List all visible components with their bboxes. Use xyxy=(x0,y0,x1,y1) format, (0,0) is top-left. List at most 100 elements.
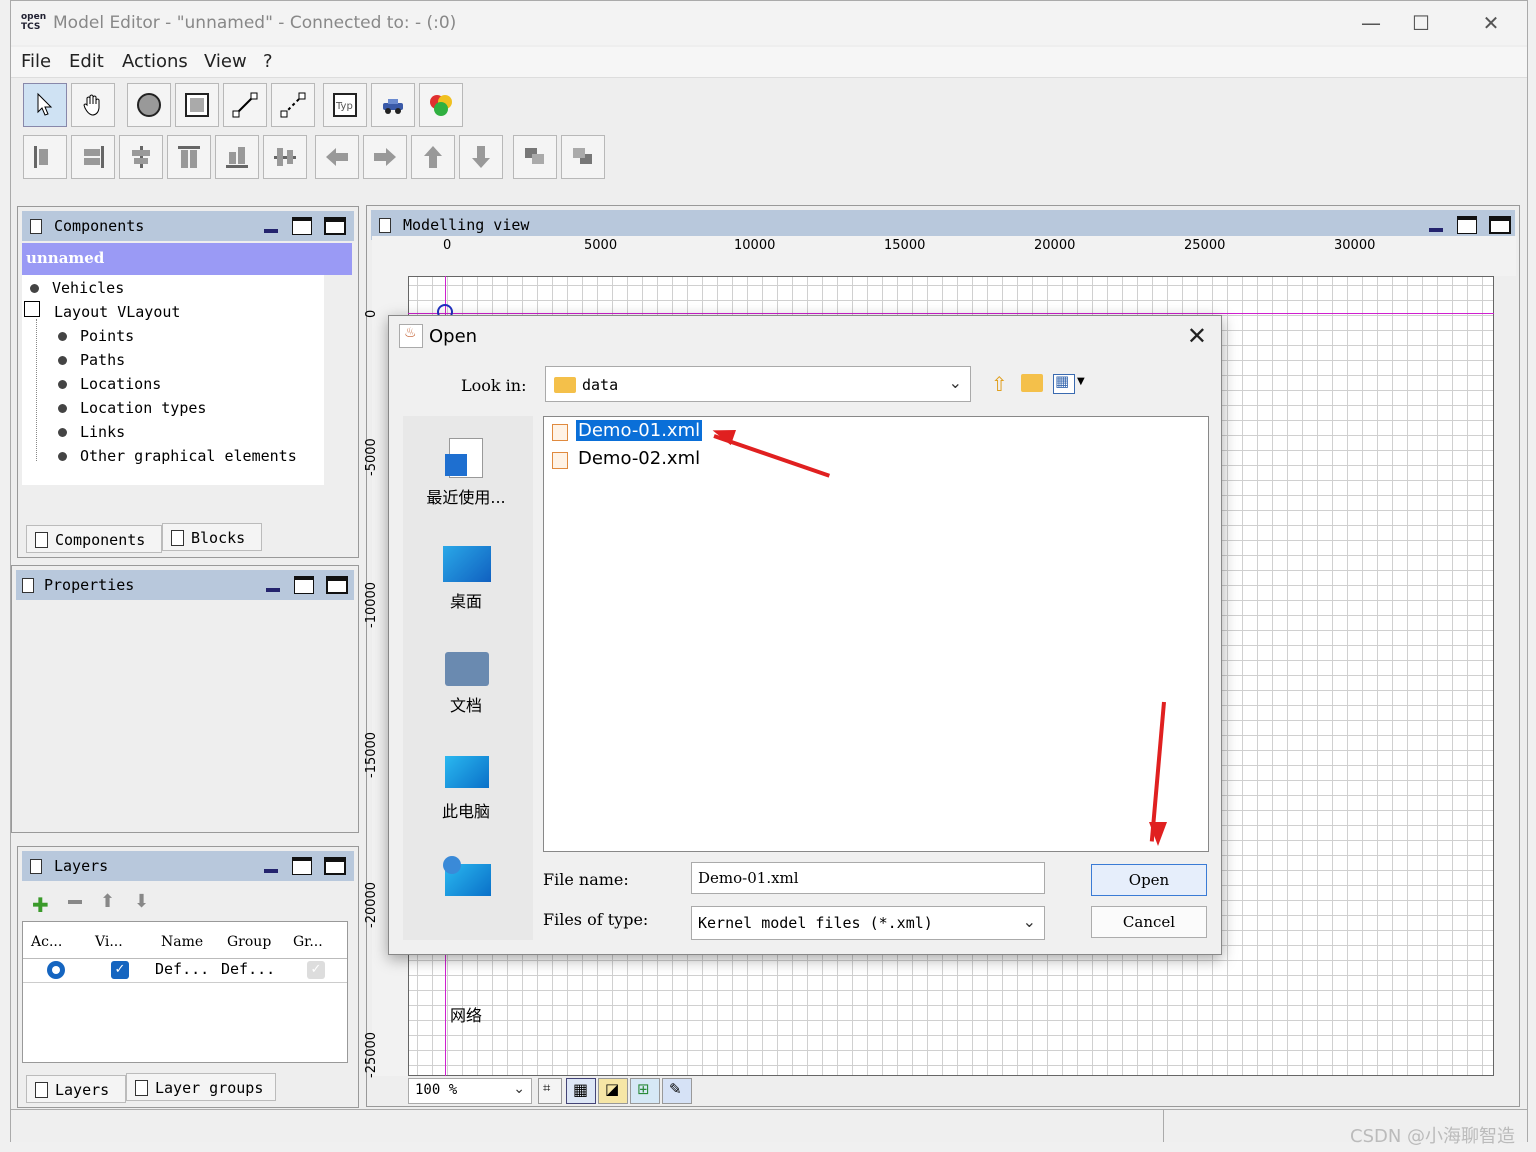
toggle-rulers-button[interactable]: ⌗ xyxy=(538,1078,562,1104)
move-down-button[interactable] xyxy=(459,135,503,179)
layer-name-cell[interactable]: Def... xyxy=(155,960,209,978)
move-layer-up-icon[interactable]: ⬆ xyxy=(100,891,115,912)
maximize-panel-icon[interactable] xyxy=(324,217,346,235)
align-top-button[interactable] xyxy=(167,135,211,179)
create-path-button[interactable] xyxy=(223,83,267,127)
col-group-visible[interactable]: Gr... xyxy=(293,934,323,950)
maximize-button[interactable]: ☐ xyxy=(1391,7,1451,39)
minimize-panel-icon[interactable] xyxy=(264,229,278,233)
place-documents[interactable]: 文档 xyxy=(403,692,529,716)
dialog-close-button[interactable]: ✕ xyxy=(1187,322,1207,350)
close-button[interactable]: ✕ xyxy=(1461,7,1521,39)
tree-item-location-types[interactable]: Location types xyxy=(80,399,206,417)
file-list: Demo-01.xml Demo-02.xml xyxy=(543,416,1209,852)
view-menu-icon[interactable]: ▦ xyxy=(1053,372,1075,394)
open-button[interactable]: Open xyxy=(1091,864,1207,896)
select-tool-button[interactable] xyxy=(23,83,67,127)
cancel-button[interactable]: Cancel xyxy=(1091,906,1207,938)
create-vehicle-button[interactable] xyxy=(371,83,415,127)
menu-edit[interactable]: Edit xyxy=(69,51,104,72)
align-center-h-button[interactable] xyxy=(119,135,163,179)
float-panel-icon[interactable] xyxy=(292,217,312,235)
opentcs-logo: open TCS xyxy=(21,12,47,32)
menu-view[interactable]: View xyxy=(204,51,247,72)
tab-icon xyxy=(135,1080,148,1096)
drag-tool-button[interactable] xyxy=(71,83,115,127)
wrench-icon: ✎ xyxy=(669,1080,682,1098)
active-radio[interactable] xyxy=(47,961,65,979)
move-up-button[interactable] xyxy=(411,135,455,179)
bring-to-front-button[interactable] xyxy=(513,135,557,179)
add-layer-icon[interactable]: ✚ xyxy=(32,893,49,917)
tree-item-paths[interactable]: Paths xyxy=(80,351,125,369)
minimize-panel-icon[interactable] xyxy=(1429,228,1443,232)
float-panel-icon[interactable] xyxy=(294,576,314,594)
align-right-button[interactable] xyxy=(71,135,115,179)
view-menu-caret-icon[interactable]: ▼ xyxy=(1077,376,1085,387)
table-row[interactable]: ✓ Def... Def... ✓ xyxy=(23,958,347,983)
tab-layer-groups[interactable]: Layer groups xyxy=(126,1073,276,1101)
minimize-panel-icon[interactable] xyxy=(266,588,280,592)
send-to-back-button[interactable] xyxy=(561,135,605,179)
tree-item-vehicles[interactable]: Vehicles xyxy=(52,279,124,297)
toggle-vehicles-button[interactable]: ✎ xyxy=(662,1078,692,1104)
create-location-button[interactable] xyxy=(175,83,219,127)
tree-item-layout[interactable]: Layout VLayout xyxy=(54,303,180,321)
remove-layer-icon[interactable] xyxy=(68,900,82,904)
layer-group-cell[interactable]: Def... xyxy=(221,960,275,978)
col-group[interactable]: Group xyxy=(227,934,271,950)
look-in-select[interactable]: data ⌄ xyxy=(545,366,971,402)
toggle-labels-button[interactable]: ◪ xyxy=(598,1078,628,1104)
tab-components[interactable]: Components xyxy=(26,525,162,553)
move-right-button[interactable] xyxy=(363,135,407,179)
float-panel-icon[interactable] xyxy=(292,857,312,875)
tree-item-locations[interactable]: Locations xyxy=(80,375,161,393)
align-left-button[interactable] xyxy=(23,135,67,179)
maximize-panel-icon[interactable] xyxy=(1489,216,1511,234)
svg-text:Typ: Typ xyxy=(335,101,353,112)
new-folder-icon[interactable] xyxy=(1021,374,1043,392)
maximize-panel-icon[interactable] xyxy=(326,576,348,594)
list-item[interactable]: Demo-02.xml xyxy=(550,447,710,473)
file-name-input[interactable]: Demo-01.xml xyxy=(691,862,1045,894)
place-network[interactable]: 网络 xyxy=(403,1002,529,1026)
place-recent[interactable]: 最近使用... xyxy=(403,484,529,508)
align-center-v-button[interactable] xyxy=(263,135,307,179)
toggle-blocks-button[interactable]: ⊞ xyxy=(630,1078,660,1104)
menu-help[interactable]: ? xyxy=(263,51,273,72)
move-left-button[interactable] xyxy=(315,135,359,179)
place-this-pc[interactable]: 此电脑 xyxy=(403,798,529,822)
tree-root-row[interactable]: unnamed xyxy=(22,243,352,275)
up-folder-icon[interactable]: ⇧ xyxy=(991,372,1008,396)
type-icon: Typ xyxy=(333,93,357,117)
x-tick-label: 25000 xyxy=(1184,238,1226,253)
zoom-select[interactable]: 100 % ⌄ xyxy=(408,1078,532,1104)
col-visible[interactable]: Vi... xyxy=(95,934,123,950)
tree-item-points[interactable]: Points xyxy=(80,327,134,345)
move-layer-down-icon[interactable]: ⬇ xyxy=(134,891,149,912)
location-type-button[interactable]: Typ xyxy=(323,83,367,127)
col-active[interactable]: Ac... xyxy=(31,934,62,950)
col-name[interactable]: Name xyxy=(161,934,203,950)
maximize-panel-icon[interactable] xyxy=(324,857,346,875)
create-link-button[interactable] xyxy=(271,83,315,127)
toggle-grid-button[interactable]: ▦ xyxy=(566,1078,596,1104)
tree-node-icon xyxy=(58,332,67,341)
align-bottom-button[interactable] xyxy=(215,135,259,179)
create-block-button[interactable] xyxy=(419,83,463,127)
minimize-panel-icon[interactable] xyxy=(264,869,278,873)
layout-node-icon[interactable] xyxy=(24,301,40,317)
tree-item-other-graphical[interactable]: Other graphical elements xyxy=(80,447,297,465)
tab-layers[interactable]: Layers xyxy=(26,1075,126,1103)
menu-file[interactable]: File xyxy=(21,51,51,72)
arrow-down-icon xyxy=(472,146,490,168)
tree-item-links[interactable]: Links xyxy=(80,423,125,441)
visible-checkbox[interactable]: ✓ xyxy=(111,961,129,979)
create-point-button[interactable] xyxy=(127,83,171,127)
files-of-type-select[interactable]: Kernel model files (*.xml) ⌄ xyxy=(691,906,1045,940)
place-desktop[interactable]: 桌面 xyxy=(403,588,529,612)
float-panel-icon[interactable] xyxy=(1457,216,1477,234)
list-item[interactable]: Demo-01.xml xyxy=(550,419,710,445)
menu-actions[interactable]: Actions xyxy=(122,51,188,72)
tab-blocks[interactable]: Blocks xyxy=(162,523,262,551)
